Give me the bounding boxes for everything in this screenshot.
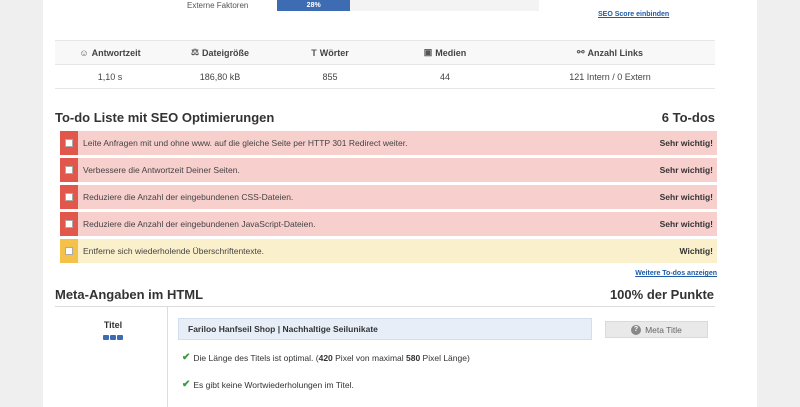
- todo-text: Reduziere die Anzahl der eingebundenen C…: [83, 192, 294, 202]
- page-title-value: Fariloo Hanfseil Shop | Nachhaltige Seil…: [178, 318, 592, 340]
- stats-table: ☺ Antwortzeit ⚖ Dateigröße T Wörter ▣ Medien…: [55, 40, 715, 89]
- todo-item[interactable]: Reduziere die Anzahl der eingebundenen C…: [60, 185, 717, 209]
- todo-text: Reduziere die Anzahl der eingebundenen J…: [83, 219, 316, 229]
- meta-row-label: Titel: [103, 320, 123, 330]
- stat-value-response-time: 1,10 s: [97, 71, 123, 82]
- stat-value-file-size: 186,80 kB: [199, 71, 241, 82]
- question-icon: ?: [631, 324, 642, 335]
- todo-priority: Sehr wichtig!: [659, 165, 713, 175]
- external-factors-fill: 28%: [277, 0, 351, 11]
- stat-value-words: 855: [322, 71, 338, 82]
- checkmark-icon: ✔: [182, 379, 191, 390]
- checkmark-icon: ✔: [182, 352, 191, 363]
- todo-count: 6 To-dos: [661, 110, 715, 125]
- todo-checkbox[interactable]: [65, 193, 73, 201]
- todo-text: Entferne sich wiederholende Überschrifte…: [83, 246, 264, 256]
- scale-icon: ⚖: [190, 47, 200, 57]
- stat-value-media: 44: [439, 71, 450, 82]
- external-factors-row: Externe Faktoren 28%: [187, 0, 539, 11]
- check-title-length: ✔ Die Länge des Titels ist optimal. (420…: [182, 352, 470, 363]
- column-divider: [167, 307, 168, 407]
- rating-dot: [117, 335, 123, 340]
- todo-priority-stripe: [60, 131, 78, 155]
- check-no-repetitions: ✔ Es gibt keine Wortwiederholungen im Ti…: [182, 379, 354, 390]
- todo-list: Leite Anfragen mit und ohne www. auf die…: [60, 131, 717, 266]
- seo-score-embed-link[interactable]: SEO Score einbinden: [598, 11, 669, 18]
- todo-checkbox[interactable]: [65, 247, 73, 255]
- external-factors-bar: 28%: [277, 0, 539, 11]
- stat-header-label: Anzahl Links: [587, 47, 644, 58]
- todo-checkbox[interactable]: [65, 166, 73, 174]
- check-text: Die Länge des Titels ist optimal. (420 P…: [193, 352, 470, 363]
- smiley-icon: ☺: [79, 47, 89, 58]
- todo-priority: Wichtig!: [679, 246, 713, 256]
- main-panel: Externe Faktoren 28% SEO Score einbinden…: [43, 0, 757, 407]
- todo-priority-stripe: [60, 212, 78, 236]
- todo-item[interactable]: Reduziere die Anzahl der eingebundenen J…: [60, 212, 717, 236]
- stat-value-links: 121 Intern / 0 Extern: [569, 71, 651, 82]
- todo-checkbox[interactable]: [65, 139, 73, 147]
- stat-header-label: Antwortzeit: [91, 47, 141, 58]
- todo-section-title: To-do Liste mit SEO Optimierungen: [55, 110, 275, 125]
- stats-header-row: ☺ Antwortzeit ⚖ Dateigröße T Wörter ▣ Medien…: [55, 41, 715, 65]
- todo-item[interactable]: Leite Anfragen mit und ohne www. auf die…: [60, 131, 717, 155]
- todo-checkbox[interactable]: [65, 220, 73, 228]
- rating-dot: [103, 335, 109, 340]
- meta-title-help-button[interactable]: ? Meta Title: [605, 321, 708, 338]
- meta-section-title: Meta-Angaben im HTML: [55, 287, 204, 302]
- meta-score: 100% der Punkte: [609, 287, 714, 302]
- todo-item[interactable]: Verbessere die Antwortzeit Deiner Seiten…: [60, 158, 717, 182]
- todo-item[interactable]: Entferne sich wiederholende Überschrifte…: [60, 239, 717, 263]
- more-todos-link[interactable]: Weitere To-dos anzeigen: [635, 270, 717, 277]
- check-text: Es gibt keine Wortwiederholungen im Tite…: [193, 379, 354, 390]
- stat-header-label: Wörter: [319, 47, 349, 58]
- todo-text: Verbessere die Antwortzeit Deiner Seiten…: [83, 165, 240, 175]
- image-icon: ▣: [423, 47, 433, 57]
- link-icon: ⚯: [576, 47, 585, 57]
- stat-header-media: ▣ Medien: [385, 41, 505, 64]
- todo-priority-stripe: [60, 158, 78, 182]
- stats-value-row: 1,10 s 186,80 kB 855 44 121 Intern / 0 E…: [55, 65, 715, 88]
- text-height-icon: T: [311, 47, 317, 58]
- stat-header-label: Medien: [435, 47, 467, 58]
- external-factors-label: Externe Faktoren: [187, 1, 249, 10]
- stat-header-response-time: ☺ Antwortzeit: [55, 41, 165, 64]
- todo-priority: Sehr wichtig!: [659, 219, 713, 229]
- divider: [55, 306, 715, 307]
- todo-text: Leite Anfragen mit und ohne www. auf die…: [83, 138, 408, 148]
- rating-dots: [103, 335, 123, 340]
- todo-priority: Sehr wichtig!: [659, 138, 713, 148]
- stat-header-words: T Wörter: [275, 41, 385, 64]
- todo-priority-stripe: [60, 185, 78, 209]
- meta-title-button-label: Meta Title: [645, 324, 682, 335]
- rating-dot: [110, 335, 116, 340]
- stat-header-label: Dateigröße: [202, 47, 250, 58]
- todo-priority: Sehr wichtig!: [659, 192, 713, 202]
- todo-priority-stripe: [60, 239, 78, 263]
- stat-header-file-size: ⚖ Dateigröße: [165, 41, 275, 64]
- stat-header-links: ⚯ Anzahl Links: [505, 41, 715, 64]
